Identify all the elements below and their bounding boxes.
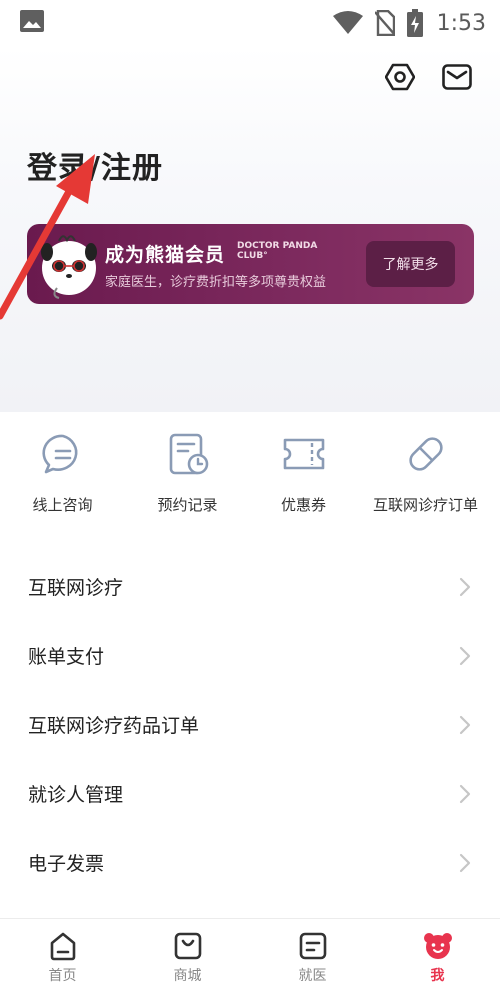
chevron-right-icon — [459, 577, 471, 596]
photo-notification-icon — [20, 10, 44, 32]
menu-item-patient-management[interactable]: 就诊人管理 — [0, 759, 500, 828]
learn-more-button[interactable]: 了解更多 — [366, 241, 455, 287]
quick-actions: 线上咨询 预约记录 优惠券 互联网诊疗订单 — [0, 412, 500, 532]
coupon-icon — [283, 438, 324, 470]
vip-subtitle: 家庭医生，诊疗费折扣等多项尊贵权益 — [105, 275, 327, 290]
quick-action-label: 优惠券 — [280, 496, 326, 514]
vip-brand-line1: DOCTOR PANDA — [237, 241, 318, 251]
appointment-record-icon — [169, 433, 208, 475]
chevron-right-icon — [459, 646, 471, 665]
nav-tab-home[interactable]: 首页 — [0, 931, 125, 985]
quick-action-label: 线上咨询 — [32, 496, 93, 514]
menu-item-bill-payment[interactable]: 账单支付 — [0, 621, 500, 690]
quick-action-appointment-record[interactable]: 预约记录 — [125, 432, 250, 515]
menu-item-label: 电子发票 — [28, 853, 105, 875]
menu-item-label: 账单支付 — [28, 646, 105, 668]
nav-label: 就医 — [298, 968, 327, 984]
quick-action-label: 互联网诊疗订单 — [372, 496, 478, 514]
panda-me-icon — [423, 933, 452, 959]
nav-tab-me[interactable]: 我 — [375, 931, 500, 985]
nav-label: 商城 — [173, 968, 202, 984]
shop-bag-icon — [174, 932, 201, 960]
menu-item-e-invoice[interactable]: 电子发票 — [0, 828, 500, 897]
menu-list: 互联网诊疗 账单支付 互联网诊疗药品订单 就诊人管理 电子发票 — [0, 552, 500, 897]
vip-title: 成为熊猫会员 — [105, 244, 226, 266]
home-icon — [50, 932, 75, 961]
menu-item-label: 互联网诊疗药品订单 — [28, 715, 200, 737]
menu-item-label: 互联网诊疗 — [28, 577, 124, 599]
battery-charging-icon — [406, 9, 423, 37]
quick-action-label: 预约记录 — [157, 496, 218, 514]
nav-label: 我 — [430, 968, 445, 984]
vip-brand-line2: CLUB° — [237, 251, 268, 261]
wifi-icon — [332, 11, 363, 34]
pill-icon — [408, 437, 443, 471]
chevron-right-icon — [459, 715, 471, 734]
chevron-right-icon — [459, 784, 471, 803]
chevron-right-icon — [459, 853, 471, 872]
status-bar: 1:53 — [0, 0, 500, 46]
nav-label: 首页 — [48, 968, 77, 984]
panda-mascot-icon — [41, 235, 97, 299]
message-icon[interactable] — [442, 62, 472, 92]
nav-tab-shop[interactable]: 商城 — [125, 931, 250, 985]
medical-list-icon — [299, 932, 326, 960]
login-register-link[interactable]: 登录/注册 — [27, 143, 163, 187]
quick-action-coupons[interactable]: 优惠券 — [241, 432, 366, 515]
clock-time: 1:53 — [436, 10, 486, 36]
menu-item-label: 就诊人管理 — [28, 784, 124, 806]
bottom-navigation: 首页 商城 就医 我 — [0, 918, 500, 1000]
no-sim-icon — [374, 10, 395, 36]
vip-membership-card[interactable]: 成为熊猫会员 DOCTOR PANDA CLUB° 家庭医生，诊疗费折扣等多项尊… — [27, 224, 474, 304]
quick-action-online-consult[interactable]: 线上咨询 — [0, 432, 125, 515]
menu-item-drug-orders[interactable]: 互联网诊疗药品订单 — [0, 690, 500, 759]
quick-action-internet-orders[interactable]: 互联网诊疗订单 — [363, 432, 488, 515]
nav-tab-medical[interactable]: 就医 — [250, 931, 375, 985]
settings-icon[interactable] — [385, 62, 415, 92]
chat-icon — [41, 434, 77, 474]
profile-header: 登录/注册 成为熊猫会员 DOCTOR PANDA CLUB° 家庭医生，诊疗费… — [0, 46, 500, 412]
menu-item-internet-diagnosis[interactable]: 互联网诊疗 — [0, 552, 500, 621]
vip-brand-logo-text: DOCTOR PANDA CLUB° — [237, 241, 327, 261]
